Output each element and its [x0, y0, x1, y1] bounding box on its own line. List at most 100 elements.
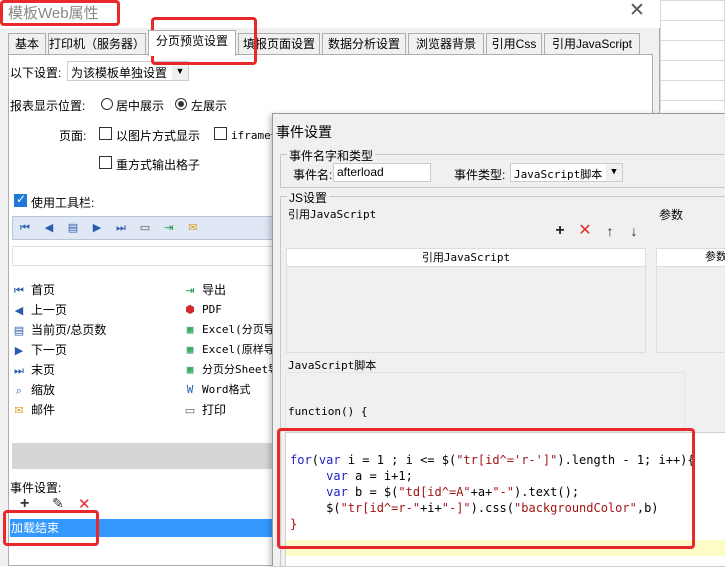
event-type-select[interactable]: JavaScript脚本 ▼: [510, 163, 623, 182]
tab-basic[interactable]: 基本: [8, 33, 46, 55]
radio-center-label: 居中展示: [116, 99, 165, 113]
radio-left[interactable]: [175, 98, 187, 110]
btn-first-page[interactable]: ⏮ 首页: [12, 280, 55, 300]
btn-excel-original[interactable]: ▦ Excel(原样导: [183, 340, 275, 360]
btn-next-page[interactable]: ▶ 下一页: [12, 340, 67, 360]
next-page-icon: ▶: [14, 345, 24, 357]
btn-zoom[interactable]: ⌕ 缩放: [12, 380, 55, 400]
edit-icon[interactable]: ✎: [52, 495, 64, 512]
btn-mail-label: 邮件: [31, 403, 56, 417]
delete-icon[interactable]: ✕: [78, 495, 91, 513]
btn-excel-paged[interactable]: ▦ Excel(分页导: [183, 320, 275, 340]
btn-export[interactable]: ⇥ 导出: [183, 280, 226, 300]
tab-css[interactable]: 引用Css: [486, 33, 542, 55]
image-mode-checkbox[interactable]: [99, 127, 112, 140]
page-count-icon: ▤: [13, 325, 25, 337]
use-toolbar-checkbox[interactable]: [14, 192, 27, 207]
event-type-value: JavaScript脚本: [514, 168, 603, 181]
display-position-label: 报表显示位置:: [10, 99, 86, 113]
repeat-cells-checkbox[interactable]: [99, 156, 112, 169]
page-count-icon[interactable]: ▤: [64, 220, 82, 236]
scope-select[interactable]: 为该模板单独设置 ▼: [67, 61, 189, 81]
pdf-icon: ⬢: [185, 303, 195, 316]
name-type-legend: 事件名字和类型: [287, 147, 376, 164]
last-page-icon: ⏭: [14, 365, 24, 377]
add-icon[interactable]: +: [552, 222, 568, 240]
function-header: function() {: [288, 405, 368, 418]
mail-icon[interactable]: ✉: [184, 220, 202, 236]
current-line-highlight: [286, 540, 725, 556]
tab-browser-background[interactable]: 浏览器背景: [408, 33, 484, 55]
btn-print[interactable]: ▭ 打印: [183, 400, 226, 420]
tab-fill-page[interactable]: 填报页面设置: [238, 33, 320, 55]
export-icon[interactable]: ⇥: [160, 220, 178, 236]
delete-icon[interactable]: ✕: [577, 222, 593, 240]
btn-excel-sheet[interactable]: ▦ 分页分Sheet导: [183, 360, 279, 380]
event-name-label: 事件名:: [293, 168, 333, 182]
params-label: 参数: [659, 208, 684, 222]
print-icon[interactable]: ▭: [136, 220, 154, 236]
btn-mail[interactable]: ✉ 邮件: [12, 400, 55, 420]
image-mode-label: 以图片方式显示: [116, 129, 201, 143]
add-icon[interactable]: +: [20, 495, 29, 513]
btn-pdf[interactable]: ⬢ PDF: [183, 300, 222, 320]
tab-printer[interactable]: 打印机（服务器）: [48, 33, 146, 55]
background-spreadsheet: [660, 0, 725, 110]
iframe-checkbox[interactable]: [214, 127, 227, 140]
close-icon[interactable]: ✕: [626, 0, 648, 22]
first-page-icon[interactable]: ⏮: [16, 220, 34, 236]
event-type-label: 事件类型:: [454, 168, 506, 182]
event-dialog-title: 事件设置: [276, 124, 332, 140]
btn-word-label: Word格式: [202, 383, 251, 396]
excel-icon: ▦: [186, 323, 194, 336]
btn-last-page[interactable]: ⏭ 末页: [12, 360, 55, 380]
event-list-item[interactable]: 加载结束: [10, 519, 275, 537]
radio-left-label: 左展示: [191, 99, 228, 113]
btn-pdf-label: PDF: [202, 303, 222, 316]
tab-javascript[interactable]: 引用JavaScript: [544, 33, 640, 55]
btn-page-count[interactable]: ▤ 当前页/总页数: [12, 320, 107, 340]
params-table-header: 参数: [656, 248, 725, 267]
btn-zoom-label: 缩放: [31, 383, 56, 397]
zoom-icon: ⌕: [15, 385, 23, 397]
use-toolbar-label: 使用工具栏:: [31, 196, 95, 210]
ref-js-table[interactable]: [286, 267, 646, 353]
tab-pagination-preview[interactable]: 分页预览设置: [148, 30, 236, 56]
event-name-input[interactable]: afterload: [333, 163, 431, 182]
first-page-icon: ⏮: [14, 285, 24, 297]
btn-export-label: 导出: [202, 283, 227, 297]
mail-icon: ✉: [14, 405, 24, 417]
btn-page-count-label: 当前页/总页数: [31, 323, 107, 337]
code-line-4: $("tr[id^=r-"+i+"-]").css("backgroundCol…: [290, 501, 659, 515]
js-editor-header-area: function() {: [285, 372, 685, 432]
excel-icon: ▦: [186, 363, 194, 376]
arrow-down-icon[interactable]: ↓: [626, 222, 642, 240]
code-line-3: var b = $("td[id^=A"+a+"-").text();: [326, 485, 580, 499]
next-page-icon[interactable]: ▶: [88, 220, 106, 236]
btn-excel-sheet-label: 分页分Sheet导: [202, 363, 280, 376]
excel-icon: ▦: [186, 343, 194, 356]
code-line-5: }: [290, 517, 298, 531]
js-script-label: JavaScript脚本: [288, 359, 377, 372]
page-label: 页面:: [59, 129, 87, 143]
btn-first-page-label: 首页: [31, 283, 56, 297]
scope-label: 以下设置:: [10, 66, 62, 80]
code-line-1: for(var i = 1 ; i <= $("tr[id^='r-']").l…: [290, 453, 695, 467]
print-icon: ▭: [184, 405, 196, 417]
btn-excel-paged-label: Excel(分页导: [202, 323, 275, 336]
btn-last-page-label: 末页: [31, 363, 56, 377]
radio-center[interactable]: [101, 98, 113, 110]
arrow-up-icon[interactable]: ↑: [602, 222, 618, 240]
prev-page-icon[interactable]: ◀: [40, 220, 58, 236]
js-settings-legend: JS设置: [287, 189, 330, 206]
last-page-icon[interactable]: ⏭: [112, 220, 130, 236]
code-line-2: var a = i+1;: [326, 469, 413, 483]
tab-data-analysis[interactable]: 数据分析设置: [322, 33, 406, 55]
btn-word[interactable]: W Word格式: [183, 380, 251, 400]
dialog-title-bar: 模板Web属性 ✕: [0, 0, 660, 28]
btn-prev-page-label: 上一页: [31, 303, 68, 317]
params-table[interactable]: [656, 267, 725, 353]
repeat-cells-label: 重方式输出格子: [116, 158, 201, 172]
btn-prev-page[interactable]: ◀ 上一页: [12, 300, 67, 320]
js-code-editor[interactable]: for(var i = 1 ; i <= $("tr[id^='r-']").l…: [285, 432, 725, 567]
